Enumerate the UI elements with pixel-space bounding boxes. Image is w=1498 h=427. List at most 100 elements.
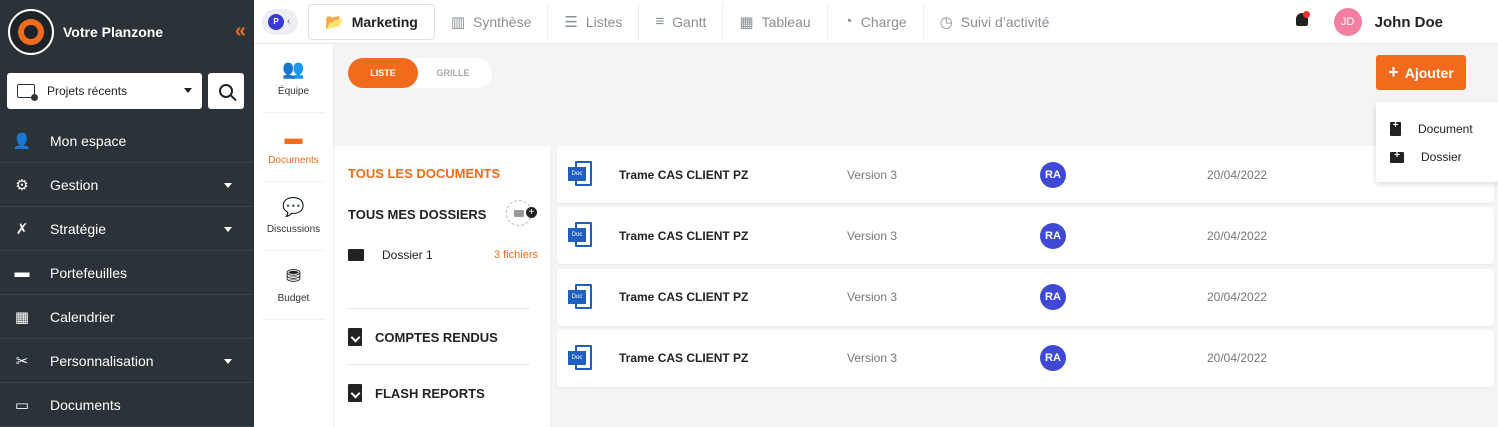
table-row[interactable]: Doc Trame CAS CLIENT PZ Version 3 RA 20/… xyxy=(557,268,1494,326)
subnav-label: Discussions xyxy=(266,224,321,235)
document-name[interactable]: Trame CAS CLIENT PZ xyxy=(619,168,748,182)
owner-avatar: RA xyxy=(1040,284,1066,311)
subnav-budget[interactable]: ⛃ Budget xyxy=(262,251,325,320)
tab-label: Synthèse xyxy=(473,13,532,30)
planzone-logo-icon[interactable] xyxy=(8,9,54,55)
new-folder-icon[interactable] xyxy=(506,200,537,226)
gauge-icon: ◔ xyxy=(843,13,853,30)
view-toggle: LISTE GRILLE xyxy=(348,58,492,88)
folder-file-count: 3 fichiers xyxy=(493,249,538,261)
sidebar-item-strategie[interactable]: ✗ Stratégie xyxy=(0,207,254,251)
comments-icon: 💬 xyxy=(282,197,305,217)
clock-icon: ◷ xyxy=(939,13,953,31)
document-version: Version 3 xyxy=(847,228,898,243)
table-row[interactable]: Doc Trame CAS CLIENT PZ Version 3 RA 20/… xyxy=(557,146,1494,203)
subnav-label: Équipe xyxy=(277,86,310,97)
menu-item-folder[interactable]: Dossier xyxy=(1390,150,1462,164)
subnav-label: Budget xyxy=(277,293,310,304)
recent-projects-select[interactable]: Projets récents xyxy=(7,73,202,109)
file-plus-icon xyxy=(1390,120,1401,136)
sidebar-item-mon-espace[interactable]: 👤 Mon espace xyxy=(0,119,254,163)
list-icon: ☰ xyxy=(564,13,578,31)
tab-label: Charge xyxy=(860,13,907,30)
sidebar-item-label: Documents xyxy=(50,396,121,413)
top-bar: P ‹ 📂 Marketing ▥ Synthèse ☰ Listes ≡ Ga… xyxy=(254,0,1498,44)
chevron-down-icon xyxy=(184,88,192,93)
folder-plus-icon xyxy=(1390,150,1404,163)
collapse-sidebar-icon[interactable]: « xyxy=(235,20,246,43)
sidebar-item-documents[interactable]: ▭ Documents xyxy=(0,383,254,427)
minutes-label: COMPTES RENDUS xyxy=(375,329,498,345)
minutes-link[interactable]: COMPTES RENDUS xyxy=(348,328,498,346)
flash-reports-link[interactable]: FLASH REPORTS xyxy=(348,384,485,402)
document-name[interactable]: Trame CAS CLIENT PZ xyxy=(619,229,748,243)
table-row[interactable]: Doc Trame CAS CLIENT PZ Version 3 RA 20/… xyxy=(557,329,1494,387)
toggle-grid-button[interactable]: GRILLE xyxy=(418,68,488,78)
file-download-icon xyxy=(348,384,362,402)
board-icon: ▦ xyxy=(739,13,754,31)
add-menu: Document Dossier xyxy=(1376,102,1498,182)
toggle-list-button[interactable]: LISTE xyxy=(348,58,418,88)
sidebar-item-label: Gestion xyxy=(50,176,99,193)
sidebar-item-gestion[interactable]: ⚙ Gestion xyxy=(0,163,254,207)
document-version: Version 3 xyxy=(847,167,898,182)
tab-listes[interactable]: ☰ Listes xyxy=(548,2,640,41)
menu-item-document[interactable]: Document xyxy=(1390,120,1473,136)
add-button[interactable]: + Ajouter xyxy=(1376,55,1466,90)
document-date: 20/04/2022 xyxy=(1207,228,1268,243)
sidebar-item-portefeuilles[interactable]: ▬ Portefeuilles xyxy=(0,251,254,295)
owner-avatar: RA xyxy=(1040,222,1066,249)
subnav-documents[interactable]: ▬ Documents xyxy=(262,113,325,182)
calendar-icon: ▦ xyxy=(14,308,30,326)
sidebar-item-label: Portefeuilles xyxy=(50,264,128,281)
sidebar-item-label: Stratégie xyxy=(50,220,107,237)
chevron-down-icon xyxy=(224,183,232,188)
subnav-discussions[interactable]: 💬 Discussions xyxy=(262,182,325,251)
document-date: 20/04/2022 xyxy=(1207,167,1268,182)
owner-avatar: RA xyxy=(1040,161,1066,188)
all-documents-link[interactable]: TOUS LES DOCUMENTS xyxy=(348,166,500,181)
folder-open-icon: 📂 xyxy=(325,13,344,31)
team-icon: 👥 xyxy=(282,59,305,79)
document-version: Version 3 xyxy=(847,290,898,305)
project-subnav: 👥 Équipe ▬ Documents 💬 Discussions ⛃ Bud… xyxy=(254,44,334,427)
tab-label: Listes xyxy=(585,13,623,30)
search-button[interactable] xyxy=(208,73,244,109)
menu-item-label: Dossier xyxy=(1421,150,1462,164)
notification-bell-icon[interactable] xyxy=(1294,11,1310,31)
owner-avatar: RA xyxy=(1040,345,1066,372)
document-name[interactable]: Trame CAS CLIENT PZ xyxy=(619,351,748,365)
menu-item-label: Document xyxy=(1418,122,1473,136)
sidebar-item-calendrier[interactable]: ▦ Calendrier xyxy=(0,295,254,339)
project-badge: P xyxy=(268,13,284,30)
tab-charge[interactable]: ◔ Charge xyxy=(828,2,924,41)
subnav-equipe[interactable]: 👥 Équipe xyxy=(262,44,325,113)
tab-suivi-activite[interactable]: ◷ Suivi d’activité xyxy=(924,3,1066,41)
tab-gantt[interactable]: ≡ Gantt xyxy=(639,2,724,41)
table-row[interactable]: Doc Trame CAS CLIENT PZ Version 3 RA 20/… xyxy=(557,207,1494,265)
word-document-icon: Doc xyxy=(568,344,594,370)
laptop-icon: ▭ xyxy=(14,396,30,414)
folder-clock-icon xyxy=(17,84,38,101)
tab-label: Tableau xyxy=(761,13,811,30)
document-list: Doc Trame CAS CLIENT PZ Version 3 RA 20/… xyxy=(557,146,1494,391)
subnav-label: Documents xyxy=(268,155,319,166)
tab-marketing[interactable]: 📂 Marketing xyxy=(308,3,435,40)
sidebar-nav: 👤 Mon espace ⚙ Gestion ✗ Stratégie ▬ Por… xyxy=(0,119,254,427)
word-document-icon: Doc xyxy=(568,283,594,309)
tab-tableau[interactable]: ▦ Tableau xyxy=(723,2,828,41)
tab-synthese[interactable]: ▥ Synthèse xyxy=(435,2,549,41)
user-name[interactable]: John Doe xyxy=(1375,14,1443,31)
tab-label: Marketing xyxy=(351,13,418,30)
sidebar-item-personnalisation[interactable]: ✂ Personnalisation xyxy=(0,339,254,383)
avatar[interactable]: JD xyxy=(1333,8,1362,36)
folders-panel: TOUS LES DOCUMENTS TOUS MES DOSSIERS Dos… xyxy=(334,146,550,427)
folder-icon xyxy=(348,249,364,261)
folder-item[interactable]: Dossier 1 3 fichiers xyxy=(348,248,538,262)
document-name[interactable]: Trame CAS CLIENT PZ xyxy=(619,290,748,304)
folder-name: Dossier 1 xyxy=(382,248,433,262)
user-area: JD John Doe xyxy=(1294,0,1498,44)
chevron-down-icon xyxy=(224,359,232,364)
file-signature-icon xyxy=(348,328,362,346)
project-switcher[interactable]: P ‹ xyxy=(262,8,298,35)
